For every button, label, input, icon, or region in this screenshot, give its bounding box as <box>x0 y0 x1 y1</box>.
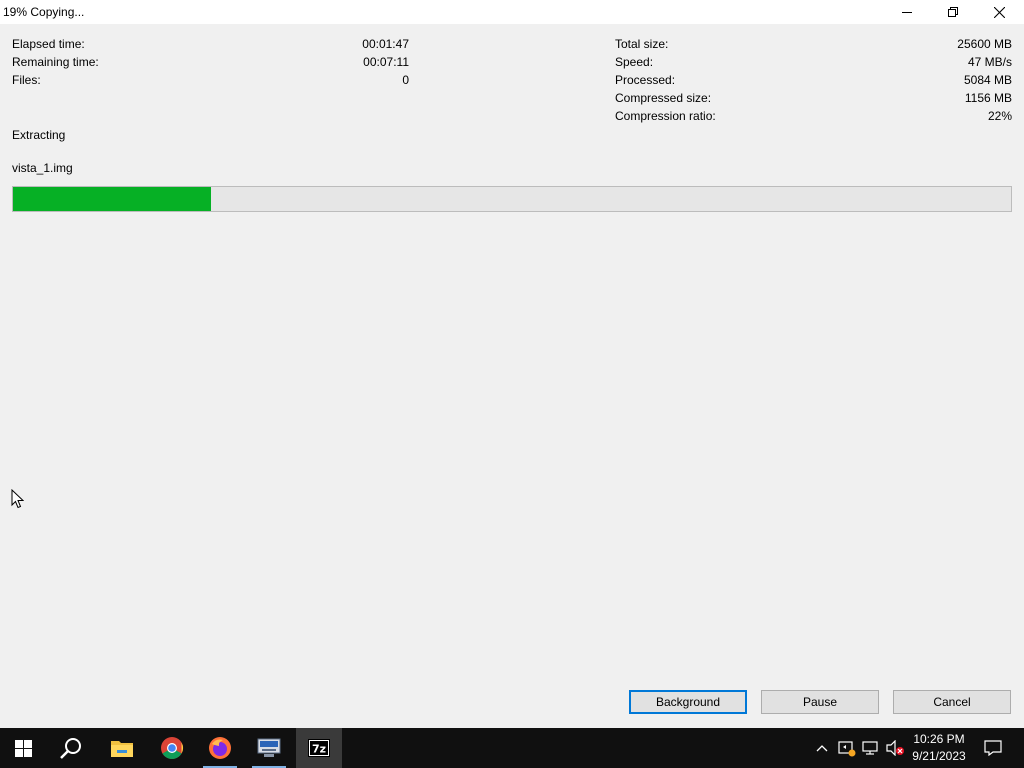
background-button[interactable]: Background <box>629 690 747 714</box>
speed-value: 47 MB/s <box>967 55 1012 69</box>
network-icon <box>862 741 878 755</box>
taskbar-search-button[interactable] <box>48 728 94 768</box>
processed-label: Processed: <box>615 73 676 87</box>
network-app-icon <box>257 738 281 757</box>
operation-label: Extracting <box>12 128 66 142</box>
taskbar-file-explorer[interactable] <box>99 728 145 768</box>
chrome-icon <box>161 737 183 759</box>
remaining-time-label: Remaining time: <box>12 55 99 69</box>
remaining-time-value: 00:07:11 <box>363 55 409 69</box>
compressed-size-label: Compressed size: <box>615 91 712 105</box>
mouse-cursor-icon <box>11 488 25 512</box>
elapsed-time-label: Elapsed time: <box>12 37 85 51</box>
start-button[interactable] <box>0 728 46 768</box>
taskbar-chrome[interactable] <box>149 728 195 768</box>
action-center-button[interactable] <box>978 728 1008 768</box>
total-size-label: Total size: <box>615 37 669 51</box>
update-warning-icon <box>838 741 856 757</box>
compression-ratio-value: 22% <box>987 109 1012 123</box>
minimize-button[interactable] <box>884 0 930 24</box>
total-size-value: 25600 MB <box>957 37 1012 51</box>
volume-muted-icon <box>886 740 904 756</box>
firefox-icon <box>209 737 231 759</box>
compressed-size-value: 1156 MB <box>964 91 1012 105</box>
tray-network-icon[interactable] <box>860 728 882 768</box>
processed-value: 5084 MB <box>963 73 1012 87</box>
speed-label: Speed: <box>615 55 654 69</box>
copy-progress-window: 19% Copying... Elapsed time: 00:01:47 Re… <box>0 0 1024 728</box>
window-title: 19% Copying... <box>3 5 85 19</box>
restore-button[interactable] <box>930 0 976 24</box>
clock-date: 9/21/2023 <box>912 749 966 763</box>
files-label: Files: <box>12 73 41 87</box>
pause-button[interactable]: Pause <box>761 690 879 714</box>
close-button[interactable] <box>976 0 1022 24</box>
7zip-icon: 7z <box>308 739 330 757</box>
current-file-label: vista_1.img <box>12 161 73 175</box>
tray-volume-icon[interactable] <box>884 728 906 768</box>
cancel-button[interactable]: Cancel <box>893 690 1011 714</box>
taskbar-firefox[interactable] <box>197 728 243 768</box>
search-icon <box>60 738 81 759</box>
taskbar-network-app[interactable] <box>246 728 292 768</box>
windows-start-icon <box>14 739 32 757</box>
progress-bar <box>12 186 1012 212</box>
taskbar: 7z 10:26 PM 9/21/2023 <box>0 728 1024 768</box>
elapsed-time-value: 00:01:47 <box>362 37 409 51</box>
svg-text:7z: 7z <box>312 743 326 756</box>
clock-time: 10:26 PM <box>913 732 965 746</box>
tray-app-icon[interactable] <box>836 728 858 768</box>
title-bar: 19% Copying... <box>0 0 1024 24</box>
compression-ratio-label: Compression ratio: <box>615 109 716 123</box>
chevron-up-icon <box>816 745 828 752</box>
restore-icon <box>948 7 958 17</box>
taskbar-clock[interactable]: 10:26 PM 9/21/2023 <box>905 731 973 765</box>
taskbar-7zip[interactable]: 7z <box>296 728 342 768</box>
close-icon <box>993 6 1005 18</box>
files-value: 0 <box>402 73 409 87</box>
notification-icon <box>984 740 1002 756</box>
progress-bar-fill <box>13 187 211 211</box>
file-explorer-icon <box>111 741 133 757</box>
minimize-icon <box>902 12 912 13</box>
tray-overflow-button[interactable] <box>812 728 832 768</box>
